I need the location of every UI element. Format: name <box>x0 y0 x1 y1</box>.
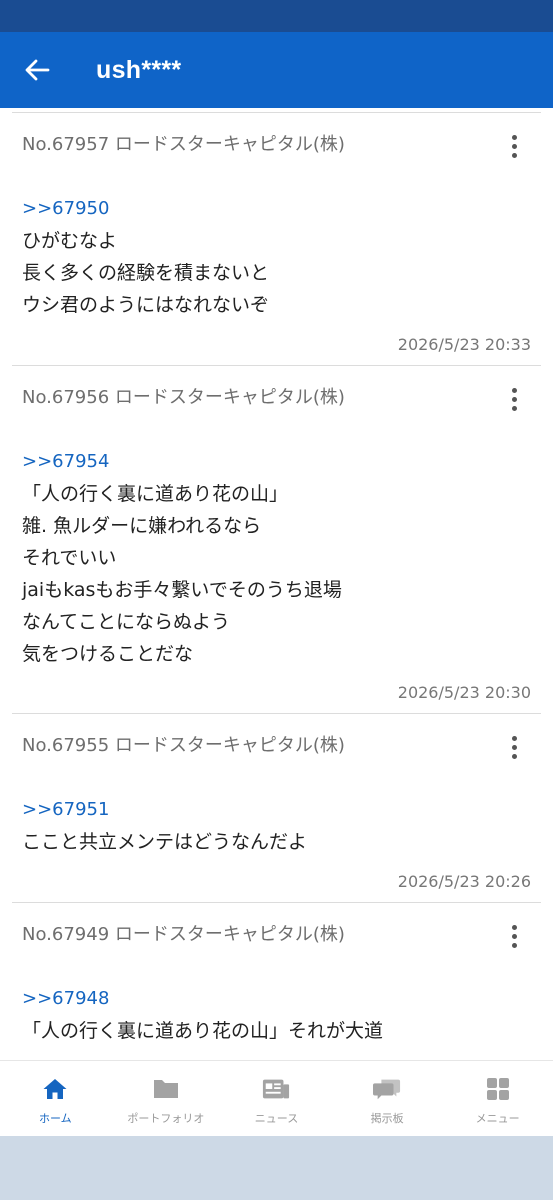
reply-link[interactable]: >>67954 <box>22 451 109 472</box>
nav-home[interactable]: ホーム <box>0 1061 111 1136</box>
bottom-navigation: ホーム ポートフォリオ ニュース 掲示板 メニュー <box>0 1060 553 1136</box>
app-bar: ush**** <box>0 32 553 108</box>
reply-link[interactable]: >>67951 <box>22 799 109 820</box>
post-line: 雑. 魚ルダーに嫌われるなら <box>22 515 262 537</box>
post-line: jaiもkasもお手々繋いでそのうち退場 <box>22 579 342 601</box>
post-line: 気をつけることだな <box>22 643 194 665</box>
post-timestamp: 2026/5/23 20:26 <box>397 872 531 891</box>
nav-label: ホーム <box>38 1112 72 1125</box>
post-header: No.67957 ロードスターキャピタル(株) <box>22 134 345 155</box>
reply-link[interactable]: >>67948 <box>22 988 109 1009</box>
post-body: 「人の行く裏に道あり花の山」 雑. 魚ルダーに嫌われるなら それでいい jaiも… <box>22 478 342 670</box>
system-bottom-area <box>0 1136 553 1200</box>
page-title: ush**** <box>96 55 182 84</box>
nav-label: メニュー <box>475 1112 520 1125</box>
post-item: No.67957 ロードスターキャピタル(株) >>67950 ひがむなよ 長く… <box>0 113 553 365</box>
nav-news[interactable]: ニュース <box>221 1061 332 1136</box>
arrow-left-icon <box>25 59 50 81</box>
post-line: それでいい <box>22 547 117 569</box>
more-icon <box>511 924 517 930</box>
post-item: No.67955 ロードスターキャピタル(株) >>67951 ここと共立メンテ… <box>0 714 553 902</box>
post-timestamp: 2026/5/23 20:30 <box>397 683 531 702</box>
more-icon <box>511 134 517 140</box>
post-header: No.67956 ロードスターキャピタル(株) <box>22 387 345 408</box>
grid-icon <box>484 1075 512 1103</box>
more-options-button[interactable] <box>499 732 529 762</box>
nav-board[interactable]: 掲示板 <box>332 1061 443 1136</box>
back-button[interactable] <box>0 32 74 108</box>
post-body: ここと共立メンテはどうなんだよ <box>22 826 307 858</box>
post-feed[interactable]: No.67957 ロードスターキャピタル(株) >>67950 ひがむなよ 長く… <box>0 108 553 1060</box>
more-options-button[interactable] <box>499 384 529 414</box>
post-line: 「人の行く裏に道あり花の山」それが大道 <box>22 1020 384 1042</box>
nav-portfolio[interactable]: ポートフォリオ <box>111 1061 222 1136</box>
post-line: ウシ君のようにはなれないぞ <box>22 294 270 316</box>
more-icon <box>511 387 517 393</box>
chat-icon <box>373 1075 401 1103</box>
nav-label: ニュース <box>254 1112 299 1125</box>
post-header: No.67955 ロードスターキャピタル(株) <box>22 735 345 756</box>
home-icon <box>41 1075 69 1103</box>
folder-icon <box>152 1075 180 1103</box>
post-timestamp: 2026/5/23 20:33 <box>397 335 531 354</box>
reply-link[interactable]: >>67950 <box>22 198 109 219</box>
nav-menu[interactable]: メニュー <box>442 1061 553 1136</box>
post-line: ひがむなよ <box>22 230 118 252</box>
more-options-button[interactable] <box>499 921 529 951</box>
post-body: 「人の行く裏に道あり花の山」それが大道 <box>22 1015 383 1047</box>
more-options-button[interactable] <box>499 131 529 161</box>
news-icon <box>262 1075 290 1103</box>
post-item: No.67949 ロードスターキャピタル(株) >>67948 「人の行く裏に道… <box>0 903 553 1060</box>
post-body: ひがむなよ 長く多くの経験を積まないと ウシ君のようにはなれないぞ <box>22 225 269 321</box>
post-line: なんてことにならぬよう <box>22 611 231 633</box>
more-icon <box>511 735 517 741</box>
status-bar <box>0 0 553 32</box>
post-item: No.67956 ロードスターキャピタル(株) >>67954 「人の行く裏に道… <box>0 366 553 712</box>
post-line: ここと共立メンテはどうなんだよ <box>22 831 308 853</box>
post-header: No.67949 ロードスターキャピタル(株) <box>22 924 345 945</box>
post-line: 「人の行く裏に道あり花の山」 <box>22 483 289 505</box>
nav-label: 掲示板 <box>370 1112 404 1125</box>
post-line: 長く多くの経験を積まないと <box>22 262 270 284</box>
nav-label: ポートフォリオ <box>127 1112 205 1125</box>
